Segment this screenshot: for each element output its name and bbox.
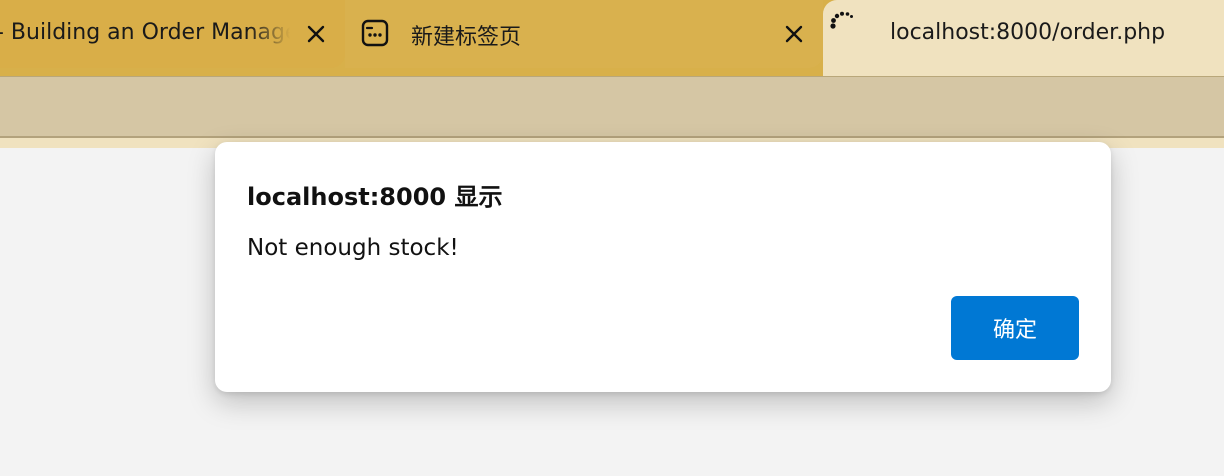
close-icon[interactable] [304, 22, 328, 46]
dialog-title: localhost:8000 显示 [247, 183, 503, 211]
alert-dialog: localhost:8000 显示 Not enough stock! 确定 [215, 142, 1111, 392]
tab-title: - Building an Order Manage [0, 20, 290, 45]
close-icon[interactable] [782, 22, 806, 46]
tab-new-tab[interactable]: 新建标签页 [345, 0, 823, 68]
tab-title: 新建标签页 [411, 25, 522, 50]
ok-button[interactable]: 确定 [951, 296, 1079, 360]
tab-building-order-manager[interactable]: - Building an Order Manage [0, 0, 345, 68]
tab-strip: - Building an Order Manage 新建标签页 localho… [0, 0, 1224, 76]
tab-title: localhost:8000/order.php [890, 20, 1166, 45]
loading-spinner-icon [830, 11, 853, 29]
dialog-message: Not enough stock! [247, 235, 459, 261]
tab-localhost-order[interactable]: localhost:8000/order.php [823, 0, 1224, 76]
new-tab-page-icon [361, 19, 389, 47]
browser-toolbar [0, 76, 1224, 138]
